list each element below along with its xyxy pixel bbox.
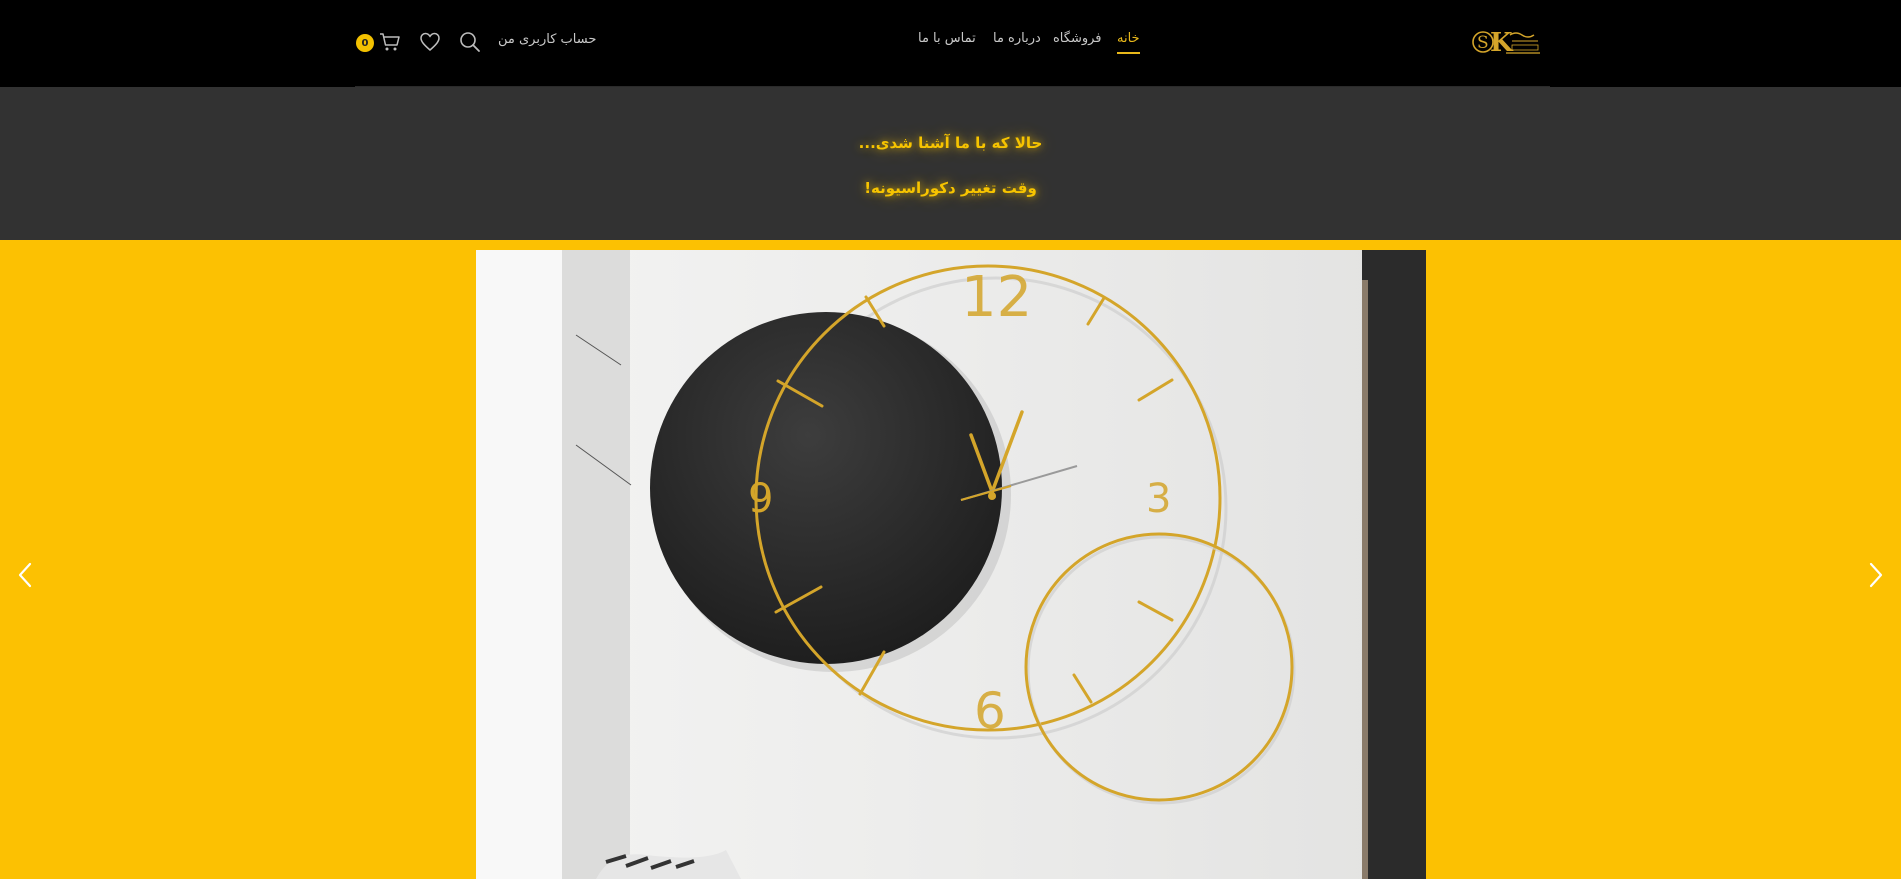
svg-text:S: S bbox=[1477, 33, 1489, 53]
cart-count-badge: 0 bbox=[356, 34, 374, 52]
nav-item-shop[interactable]: فروشگاه bbox=[1053, 31, 1102, 46]
search-icon bbox=[460, 32, 480, 52]
cart-button[interactable] bbox=[378, 30, 402, 54]
svg-text:12: 12 bbox=[961, 265, 1032, 330]
svg-text:9: 9 bbox=[748, 476, 773, 522]
search-button[interactable] bbox=[458, 30, 482, 54]
account-link[interactable]: حساب کاربری من bbox=[498, 32, 596, 47]
chevron-left-icon bbox=[18, 562, 32, 588]
logo-icon: S K bbox=[1472, 28, 1540, 58]
site-logo[interactable]: S K bbox=[1472, 26, 1542, 58]
wall-clock-photo: 12 3 6 9 bbox=[476, 250, 1426, 879]
chevron-right-icon bbox=[1869, 562, 1883, 588]
nav-item-home[interactable]: خانه bbox=[1117, 31, 1140, 54]
slide-image: 12 3 6 9 bbox=[476, 250, 1426, 879]
slider-next-button[interactable] bbox=[1863, 560, 1889, 590]
announcement-line-1: حالا که با ما آشنا شدی... bbox=[858, 134, 1043, 152]
nav-item-contact[interactable]: تماس با ما bbox=[918, 31, 976, 46]
heart-icon bbox=[420, 32, 440, 51]
hero-slider: 12 3 6 9 bbox=[0, 240, 1901, 879]
announcement-band: حالا که با ما آشنا شدی... وقت تغییر دکور… bbox=[0, 87, 1901, 240]
cart-icon bbox=[380, 33, 400, 51]
announcement-line-2: وقت تغییر دکوراسیونه! bbox=[864, 179, 1037, 197]
svg-text:6: 6 bbox=[974, 682, 1006, 740]
wishlist-button[interactable] bbox=[418, 30, 442, 54]
site-header: S K خانه فروشگاه درباره ما تماس با ما حس… bbox=[0, 0, 1901, 87]
slider-prev-button[interactable] bbox=[12, 560, 38, 590]
nav-item-about[interactable]: درباره ما bbox=[993, 31, 1041, 46]
svg-text:3: 3 bbox=[1146, 476, 1171, 522]
